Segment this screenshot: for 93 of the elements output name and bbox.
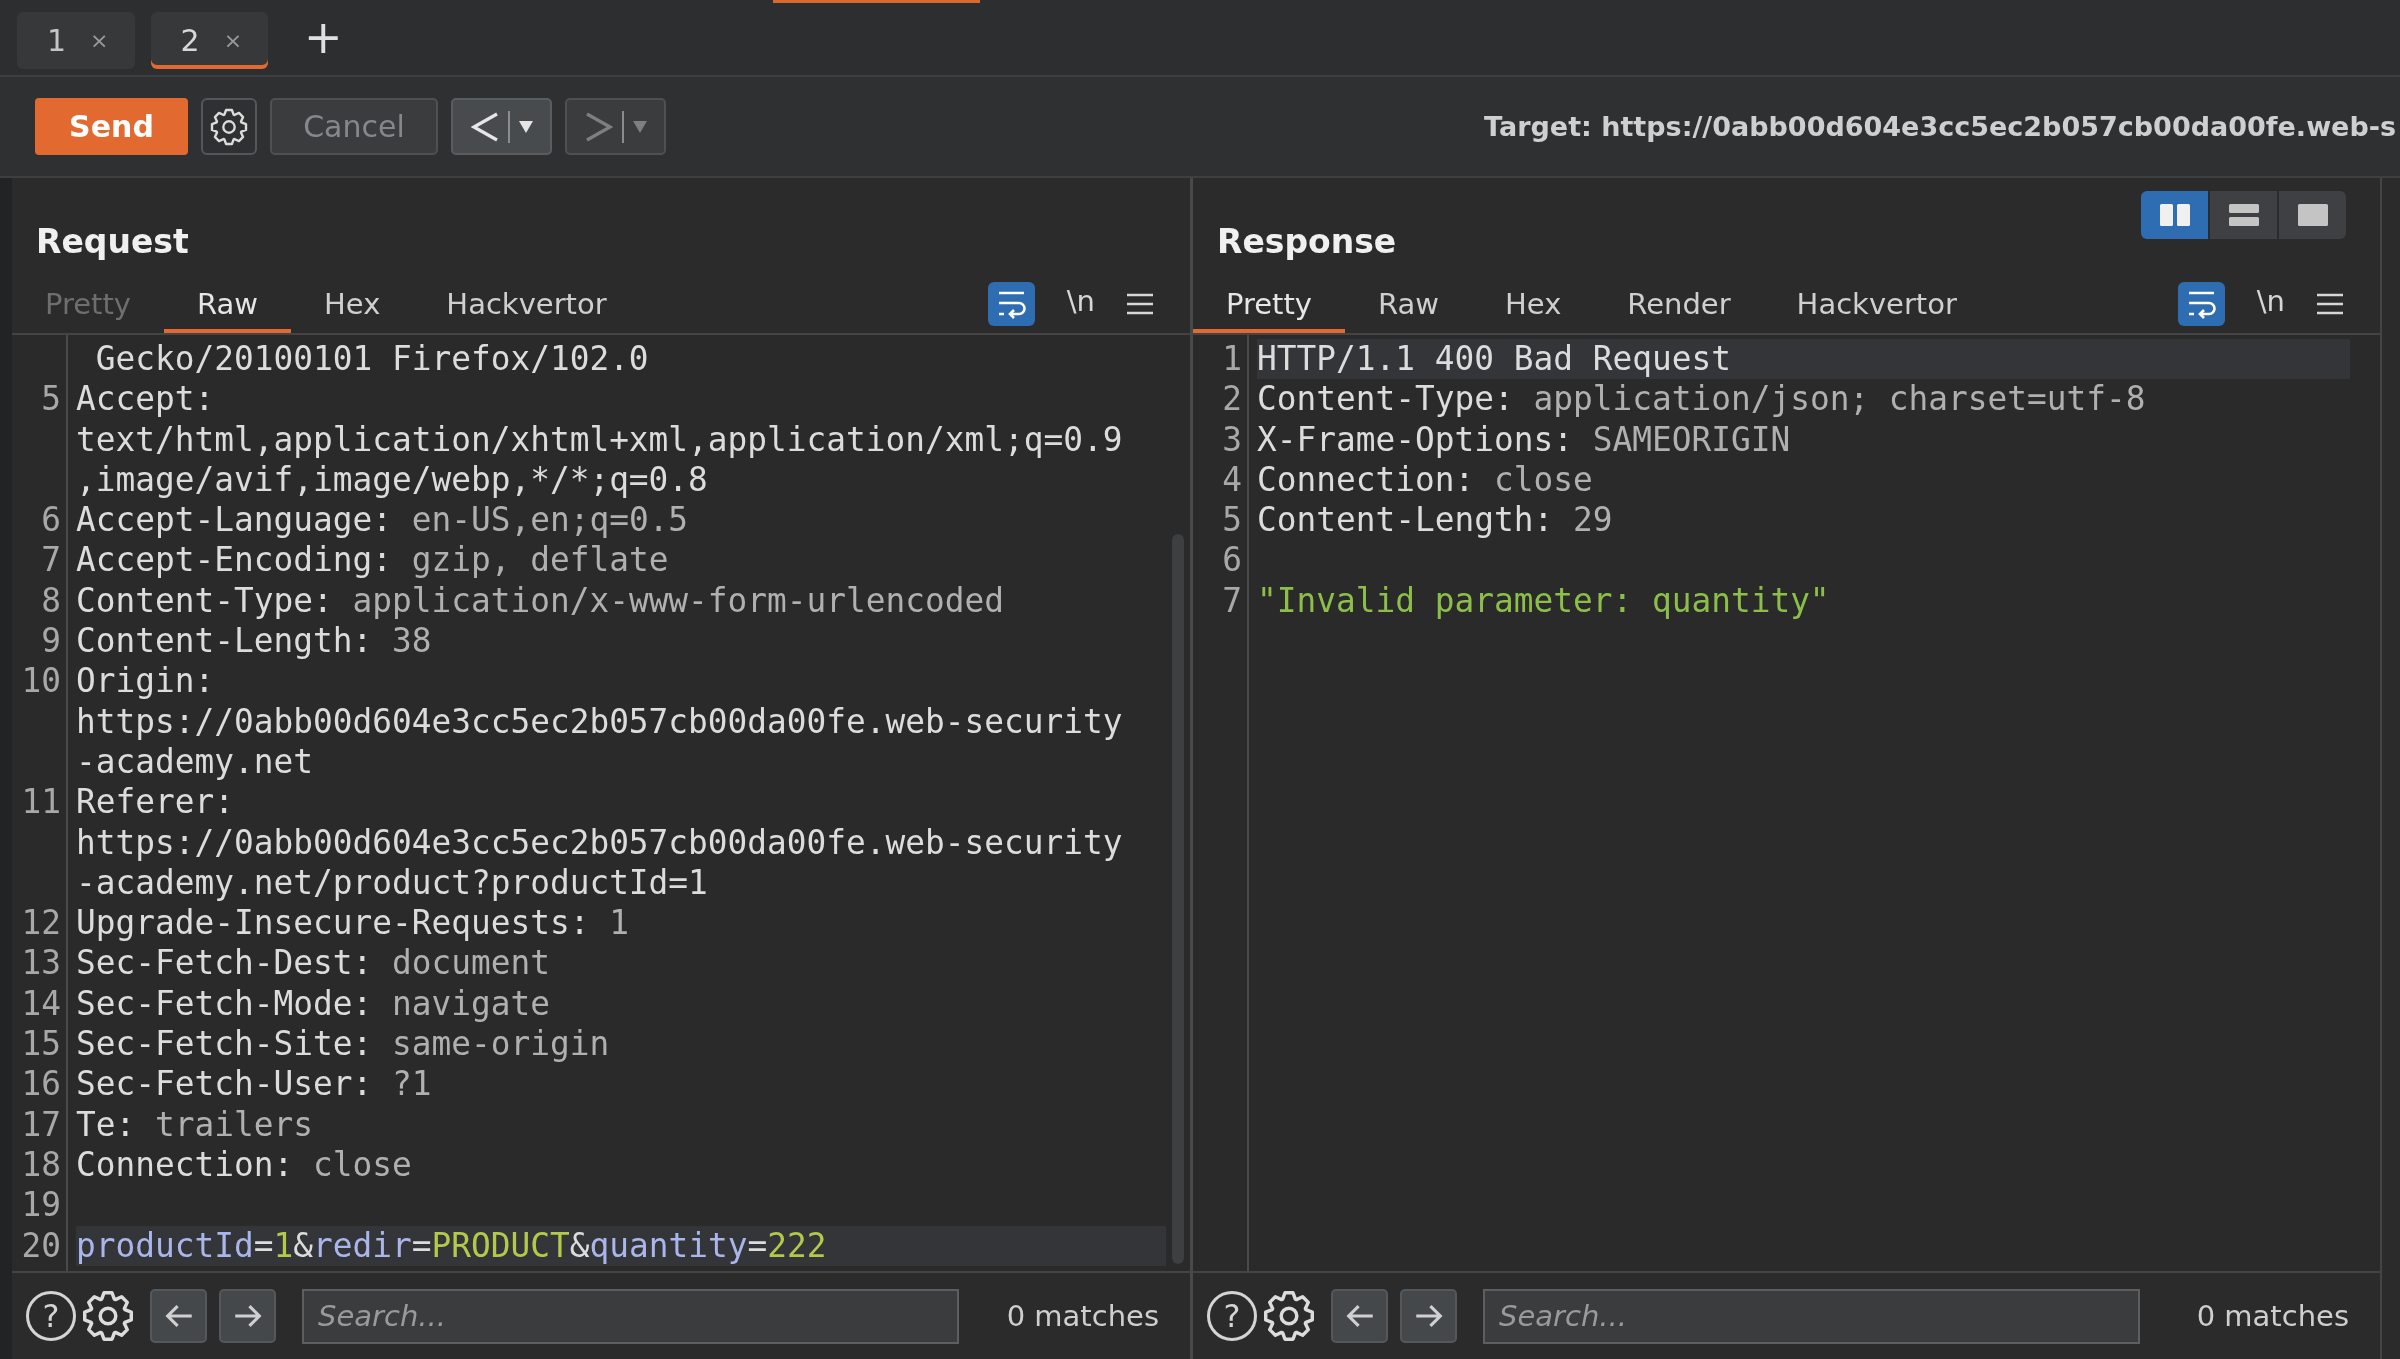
caret-down-icon bbox=[632, 120, 647, 133]
next-match-button[interactable] bbox=[219, 1289, 276, 1343]
view-tab[interactable]: Raw bbox=[1345, 275, 1473, 333]
code-line: Accept-Language: en-US,en;q=0.5 bbox=[76, 500, 689, 541]
code-line: Upgrade-Insecure-Requests: 1 bbox=[76, 903, 629, 944]
repeater-tab[interactable]: 2 × bbox=[150, 12, 269, 69]
settings-button[interactable] bbox=[201, 98, 257, 155]
close-tab-button[interactable]: × bbox=[223, 28, 243, 53]
gear-icon[interactable] bbox=[1263, 1290, 1315, 1342]
back-button[interactable] bbox=[451, 98, 552, 155]
line-number: 17 bbox=[20, 1104, 62, 1145]
code-line: X-Frame-Options: SAMEORIGIN bbox=[1257, 419, 1791, 460]
code-line: Gecko/20100101 Firefox/102.0 bbox=[94, 339, 649, 380]
two-rows-icon[interactable] bbox=[2210, 191, 2277, 239]
line-number: 1 bbox=[1221, 339, 1243, 380]
line-number: 6 bbox=[40, 500, 62, 541]
repeater-tab[interactable]: 1 × bbox=[17, 12, 135, 69]
help-button[interactable]: ? bbox=[26, 1291, 76, 1341]
line-number: 5 bbox=[40, 379, 62, 420]
line-number: 18 bbox=[20, 1144, 62, 1186]
wrap-lines-icon[interactable] bbox=[987, 282, 1035, 326]
match-count: 0 matches bbox=[2196, 1299, 2349, 1333]
code-line: Accept: bbox=[76, 379, 215, 420]
code-line: Content-Length: 29 bbox=[1257, 500, 1613, 541]
single-pane-icon[interactable] bbox=[2279, 191, 2346, 239]
code-line: Sec-Fetch-Dest: document bbox=[76, 943, 550, 984]
line-number: 12 bbox=[20, 903, 62, 944]
code-line: "Invalid parameter: quantity" bbox=[1257, 580, 1830, 622]
code-line: ,image/avif,image/webp,*/*;q=0.8 bbox=[76, 459, 708, 501]
line-number: 11 bbox=[20, 782, 62, 823]
two-columns-icon[interactable] bbox=[2141, 191, 2208, 239]
line-number: 5 bbox=[1221, 500, 1243, 541]
code-line: Content-Type: application/x-www-form-urlencoded bbox=[76, 580, 1005, 622]
previous-match-button[interactable] bbox=[150, 1289, 207, 1343]
code-line: Origin: bbox=[76, 661, 215, 702]
view-tab[interactable]: Hackvertor bbox=[413, 275, 640, 333]
line-number: 10 bbox=[20, 661, 62, 702]
line-number: 6 bbox=[1221, 540, 1243, 581]
previous-match-button[interactable] bbox=[1331, 1289, 1388, 1343]
code-line: -academy.net bbox=[76, 741, 313, 783]
code-line: Connection: close bbox=[76, 1144, 412, 1186]
newline-toggle[interactable]: \n bbox=[2256, 284, 2285, 318]
view-tab[interactable]: Render bbox=[1594, 275, 1764, 333]
view-tab[interactable]: Raw bbox=[164, 275, 292, 333]
caret-down-icon bbox=[518, 120, 533, 133]
new-tab-button[interactable]: + bbox=[298, 14, 349, 60]
menu-icon[interactable] bbox=[2317, 292, 2343, 316]
newline-toggle[interactable]: \n bbox=[1066, 284, 1095, 318]
line-number: 14 bbox=[20, 983, 62, 1025]
line-number: 8 bbox=[40, 580, 62, 622]
chevron-right-icon bbox=[584, 111, 613, 142]
code-line: https://0abb00d604e3cc5ec2b057cb00da00fe.web-security bbox=[76, 701, 1123, 742]
line-number: 16 bbox=[20, 1064, 62, 1105]
line-number: 9 bbox=[40, 621, 62, 662]
help-button[interactable]: ? bbox=[1207, 1291, 1257, 1341]
line-number: 7 bbox=[1221, 580, 1243, 622]
panel-title: Request bbox=[36, 222, 189, 262]
code-line: -academy.net/product?productId=1 bbox=[76, 862, 708, 904]
code-line: Content-Type: application/json; charset=utf-8 bbox=[1257, 379, 2146, 420]
gear-icon[interactable] bbox=[82, 1290, 134, 1342]
line-number: 4 bbox=[1221, 459, 1243, 501]
view-tab[interactable]: Hex bbox=[291, 275, 414, 333]
line-number: 7 bbox=[40, 540, 62, 581]
line-number: 2 bbox=[1221, 379, 1243, 420]
line-number: 13 bbox=[20, 943, 62, 984]
code-line: Connection: close bbox=[1257, 459, 1593, 501]
target-url: Target: https://0abb00d604e3cc5ec2b057cb00da00fe.web-s bbox=[1484, 111, 2397, 142]
code-line: Referer: bbox=[76, 782, 234, 823]
code-line: Sec-Fetch-Site: same-origin bbox=[76, 1024, 610, 1065]
code-line: Accept-Encoding: gzip, deflate bbox=[76, 540, 669, 581]
panel-title: Response bbox=[1217, 222, 1397, 262]
code-line: text/html,application/xhtml+xml,application/xml;q=0.9 bbox=[76, 419, 1123, 460]
gear-icon bbox=[210, 107, 248, 146]
code-line: Te: trailers bbox=[76, 1104, 313, 1145]
search-field[interactable]: Search... bbox=[302, 1288, 959, 1344]
close-tab-button[interactable]: × bbox=[90, 28, 109, 53]
code-line: https://0abb00d604e3cc5ec2b057cb00da00fe.web-security bbox=[76, 822, 1123, 863]
code-line: Sec-Fetch-User: ?1 bbox=[76, 1064, 432, 1105]
line-number: 20 bbox=[20, 1225, 62, 1266]
wrap-lines-icon[interactable] bbox=[2177, 282, 2225, 326]
chevron-left-icon bbox=[470, 111, 499, 142]
code-line: Content-Length: 38 bbox=[76, 621, 432, 662]
line-number: 3 bbox=[1221, 419, 1243, 460]
line-number: 15 bbox=[20, 1024, 62, 1065]
view-tab[interactable]: Pretty bbox=[1193, 275, 1345, 333]
view-tab[interactable]: Hex bbox=[1472, 275, 1595, 333]
menu-icon[interactable] bbox=[1127, 292, 1153, 316]
line-number: 19 bbox=[20, 1185, 62, 1226]
view-tab[interactable]: Hackvertor bbox=[1763, 275, 1990, 333]
search-field[interactable]: Search... bbox=[1483, 1288, 2140, 1344]
code-line: Sec-Fetch-Mode: navigate bbox=[76, 983, 550, 1025]
match-count: 0 matches bbox=[1006, 1299, 1159, 1333]
next-match-button[interactable] bbox=[1400, 1289, 1457, 1343]
